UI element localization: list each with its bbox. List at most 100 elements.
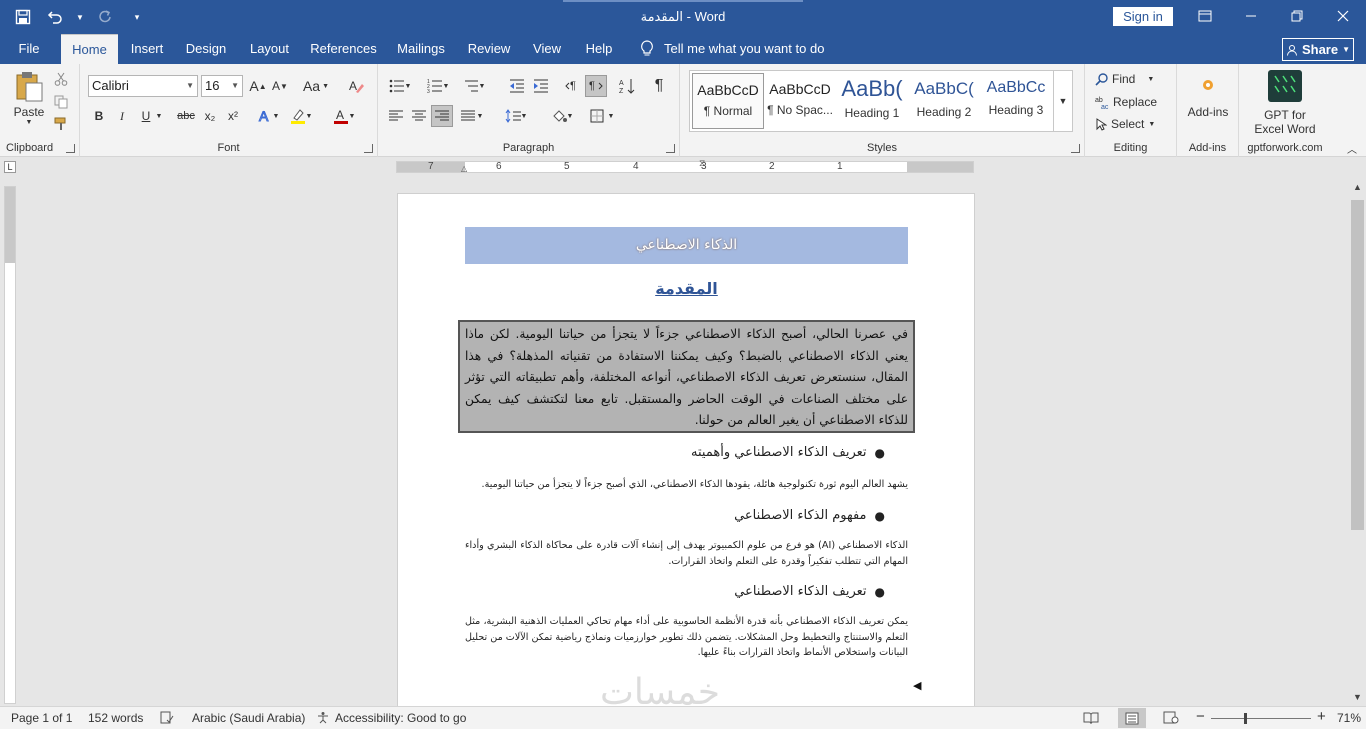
collapse-ribbon-icon[interactable]: ︿	[1344, 142, 1360, 156]
numbering-icon[interactable]: 1 2 3 ▼	[424, 76, 452, 96]
paste-button[interactable]: Paste ▼	[10, 70, 48, 126]
font-color-icon[interactable]: A ▼	[330, 106, 358, 126]
align-center-icon[interactable]	[409, 106, 429, 126]
bullets-icon[interactable]: ▼	[386, 76, 414, 96]
vertical-scrollbar[interactable]: ▲ ▼	[1349, 182, 1366, 706]
tab-help[interactable]: Help	[580, 34, 618, 64]
tab-selector-icon[interactable]: L	[4, 161, 16, 173]
replace-button[interactable]: ab ac Replace	[1095, 93, 1171, 111]
multilevel-list-icon[interactable]: ▼	[460, 76, 488, 96]
style-heading-2[interactable]: AaBbC( Heading 2	[908, 73, 980, 129]
word-count[interactable]: 152 words	[88, 711, 143, 725]
strikethrough-button[interactable]: abc	[175, 106, 197, 126]
document-page[interactable]: الذكاء الاصطناعي المقدمة في عصرنا الحالي…	[397, 193, 975, 706]
section-paragraph[interactable]: يشهد العالم اليوم ثورة تكنولوجية هائلة، …	[465, 477, 908, 493]
highlight-color-icon[interactable]: ▼	[287, 106, 315, 126]
share-button[interactable]: Share ▼	[1282, 38, 1354, 61]
zoom-slider[interactable]	[1211, 718, 1311, 719]
ltr-direction-icon[interactable]: ¶	[562, 76, 584, 96]
right-indent-marker-icon[interactable]: ⧖	[699, 158, 705, 169]
clear-formatting-icon[interactable]: A	[345, 76, 367, 96]
bullet-heading[interactable]: ● مفهوم الذكاء الاصطناعي	[465, 508, 885, 523]
accessibility-icon[interactable]	[316, 711, 330, 727]
styles-more-icon[interactable]: ▼	[1053, 70, 1073, 132]
increase-indent-icon[interactable]	[530, 76, 552, 96]
bold-button[interactable]: B	[90, 106, 108, 126]
shrink-font-button[interactable]: A ▼	[270, 76, 290, 96]
subscript-button[interactable]: x₂	[201, 106, 219, 126]
document-canvas[interactable]: الذكاء الاصطناعي المقدمة في عصرنا الحالي…	[20, 177, 1348, 706]
find-button[interactable]: Find ▼	[1095, 70, 1171, 88]
accessibility-status[interactable]: Accessibility: Good to go	[335, 711, 466, 725]
zoom-out-button[interactable]: −	[1196, 708, 1205, 725]
tab-view[interactable]: View	[528, 34, 566, 64]
styles-launcher-icon[interactable]	[1071, 144, 1080, 153]
proofing-icon[interactable]	[160, 711, 174, 727]
left-indent-marker-icon[interactable]: △	[461, 164, 467, 173]
tab-file[interactable]: File	[8, 34, 50, 64]
scroll-thumb[interactable]	[1351, 200, 1364, 530]
change-case-button[interactable]: Aa ▼	[300, 76, 332, 96]
scroll-down-icon[interactable]: ▼	[1351, 692, 1364, 706]
bullet-heading[interactable]: ● تعريف الذكاء الاصطناعي	[465, 584, 885, 599]
tab-review[interactable]: Review	[464, 34, 514, 64]
style-heading-1[interactable]: AaBb( Heading 1	[836, 73, 908, 129]
select-button[interactable]: Select ▼	[1095, 115, 1171, 133]
align-right-icon[interactable]	[431, 105, 453, 127]
horizontal-ruler[interactable]: 7 6 5 4 3 2 1 △ ⧖	[396, 158, 974, 173]
copy-icon[interactable]	[52, 93, 70, 111]
read-mode-icon[interactable]	[1083, 711, 1099, 727]
page-count[interactable]: Page 1 of 1	[11, 711, 72, 725]
align-left-icon[interactable]	[386, 106, 406, 126]
document-heading[interactable]: المقدمة	[465, 279, 908, 298]
borders-icon[interactable]: ▼	[586, 106, 618, 126]
paragraph-launcher-icon[interactable]	[666, 144, 675, 153]
ribbon-display-options-icon[interactable]	[1182, 0, 1228, 32]
scroll-up-icon[interactable]: ▲	[1351, 182, 1364, 196]
document-title-box[interactable]: الذكاء الاصطناعي	[465, 227, 908, 264]
rtl-direction-icon[interactable]: ¶	[585, 75, 607, 97]
cut-icon[interactable]	[52, 70, 70, 88]
style-normal[interactable]: AaBbCcD ¶ Normal	[692, 73, 764, 129]
style-heading-3[interactable]: AaBbCc Heading 3	[980, 73, 1052, 129]
font-size-combo[interactable]: 16 ▼	[201, 75, 243, 97]
zoom-level[interactable]: 71%	[1337, 711, 1361, 725]
clipboard-launcher-icon[interactable]	[66, 144, 75, 153]
sort-icon[interactable]: AZ	[616, 76, 638, 96]
italic-button[interactable]: I	[113, 106, 131, 126]
text-effects-icon[interactable]: A ▼	[255, 106, 281, 126]
gpt-for-excel-word-button[interactable]: GPT for Excel Word	[1243, 68, 1327, 138]
font-name-combo[interactable]: Calibri ▼	[88, 75, 198, 97]
superscript-button[interactable]: x²	[224, 106, 242, 126]
bullet-heading[interactable]: ● تعريف الذكاء الاصطناعي وأهميته	[465, 445, 885, 460]
print-layout-icon[interactable]	[1118, 708, 1146, 728]
underline-dropdown-icon[interactable]: ▼	[155, 106, 163, 126]
vertical-ruler[interactable]	[4, 186, 16, 704]
format-painter-icon[interactable]	[52, 115, 70, 133]
tab-insert[interactable]: Insert	[126, 34, 168, 64]
close-icon[interactable]	[1320, 0, 1366, 32]
section-paragraph[interactable]: يمكن تعريف الذكاء الاصطناعي بأنه قدرة ال…	[465, 614, 908, 661]
justify-icon[interactable]: ▼	[457, 106, 487, 126]
shading-icon[interactable]: ▼	[546, 106, 578, 126]
minimize-icon[interactable]	[1228, 0, 1274, 32]
sign-in-button[interactable]: Sign in	[1113, 7, 1173, 26]
tab-references[interactable]: References	[309, 34, 378, 64]
underline-button[interactable]: U	[137, 106, 155, 126]
style-no-spacing[interactable]: AaBbCcD ¶ No Spac...	[764, 73, 836, 129]
grow-font-button[interactable]: A ▲	[248, 76, 268, 96]
addins-button[interactable]: Add-ins	[1183, 72, 1233, 124]
web-layout-icon[interactable]	[1163, 711, 1179, 727]
line-spacing-icon[interactable]: ▼	[501, 106, 531, 126]
tab-layout[interactable]: Layout	[245, 34, 294, 64]
tab-mailings[interactable]: Mailings	[393, 34, 449, 64]
show-formatting-icon[interactable]: ¶	[648, 76, 670, 96]
tab-home[interactable]: Home	[61, 34, 118, 64]
font-launcher-icon[interactable]	[364, 144, 373, 153]
intro-paragraph-box[interactable]: في عصرنا الحالي، أصبح الذكاء الاصطناعي ج…	[458, 320, 915, 433]
zoom-slider-thumb[interactable]	[1244, 713, 1247, 724]
decrease-indent-icon[interactable]	[506, 76, 528, 96]
section-paragraph[interactable]: الذكاء الاصطناعي (AI) هو فرع من علوم الك…	[465, 538, 908, 569]
zoom-in-button[interactable]: +	[1317, 708, 1326, 725]
tell-me-search[interactable]: Tell me what you want to do	[640, 34, 824, 64]
